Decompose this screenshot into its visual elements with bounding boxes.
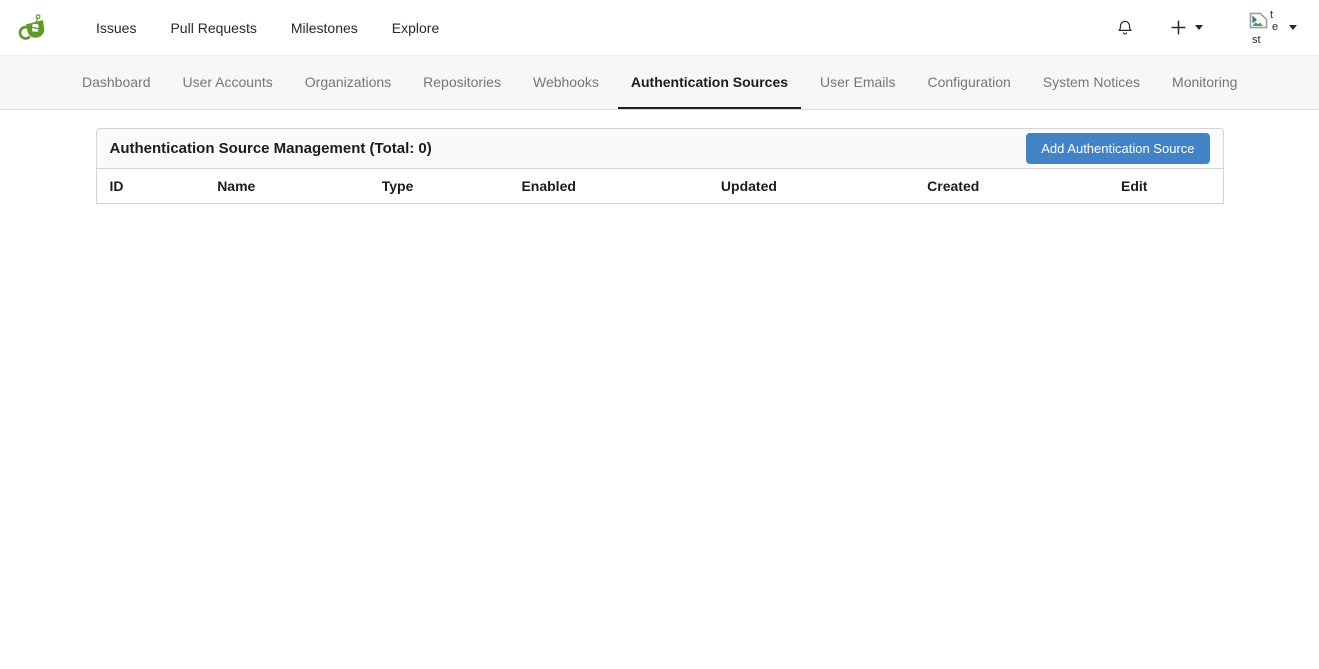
top-navbar: Issues Pull Requests Milestones Explore	[0, 0, 1319, 56]
column-header-name: Name	[204, 169, 369, 204]
gitea-logo[interactable]	[18, 12, 51, 43]
tab-monitoring[interactable]: Monitoring	[1159, 56, 1250, 109]
caret-down-icon	[1289, 25, 1297, 30]
main-content: Authentication Source Management (Total:…	[96, 128, 1224, 204]
tab-configuration[interactable]: Configuration	[915, 56, 1024, 109]
panel-header: Authentication Source Management (Total:…	[96, 128, 1224, 169]
tab-webhooks[interactable]: Webhooks	[520, 56, 612, 109]
tab-authentication-sources[interactable]: Authentication Sources	[618, 56, 801, 109]
plus-icon	[1170, 19, 1187, 36]
table-header-row: ID Name Type Enabled Updated Created Edi…	[96, 169, 1223, 204]
avatar-alt-text: st	[1252, 35, 1261, 46]
tab-repositories[interactable]: Repositories	[410, 56, 514, 109]
tab-organizations[interactable]: Organizations	[292, 56, 404, 109]
navbar-item-milestones[interactable]: Milestones	[274, 20, 375, 36]
navbar-right: t e st	[1116, 9, 1297, 46]
column-header-updated: Updated	[708, 169, 914, 204]
bell-icon	[1116, 18, 1134, 38]
caret-down-icon	[1195, 25, 1203, 30]
avatar: t e st	[1249, 9, 1280, 46]
gitea-logo-icon	[18, 12, 51, 43]
column-header-id: ID	[96, 169, 204, 204]
tab-user-emails[interactable]: User Emails	[807, 56, 908, 109]
notifications-button[interactable]	[1116, 18, 1134, 38]
navbar-item-explore[interactable]: Explore	[375, 20, 456, 36]
tab-user-accounts[interactable]: User Accounts	[170, 56, 286, 109]
user-menu-dropdown[interactable]: t e st	[1249, 9, 1297, 46]
column-header-type: Type	[369, 169, 509, 204]
tab-dashboard[interactable]: Dashboard	[69, 56, 164, 109]
avatar-alt-text: e	[1272, 22, 1278, 33]
navbar-links: Issues Pull Requests Milestones Explore	[79, 20, 456, 36]
page-title: Authentication Source Management (Total:…	[110, 140, 432, 157]
create-new-dropdown[interactable]	[1170, 19, 1203, 36]
authentication-sources-table: ID Name Type Enabled Updated Created Edi…	[96, 169, 1224, 204]
add-authentication-source-button[interactable]: Add Authentication Source	[1026, 133, 1209, 164]
navbar-item-pull-requests[interactable]: Pull Requests	[153, 20, 273, 36]
navbar-item-issues[interactable]: Issues	[79, 20, 153, 36]
admin-tabbar: Dashboard User Accounts Organizations Re…	[0, 56, 1319, 110]
column-header-edit: Edit	[1108, 169, 1223, 204]
column-header-created: Created	[914, 169, 1108, 204]
broken-image-icon	[1249, 12, 1268, 29]
tab-system-notices[interactable]: System Notices	[1030, 56, 1153, 109]
column-header-enabled: Enabled	[508, 169, 707, 204]
avatar-alt-text: t	[1270, 10, 1273, 21]
